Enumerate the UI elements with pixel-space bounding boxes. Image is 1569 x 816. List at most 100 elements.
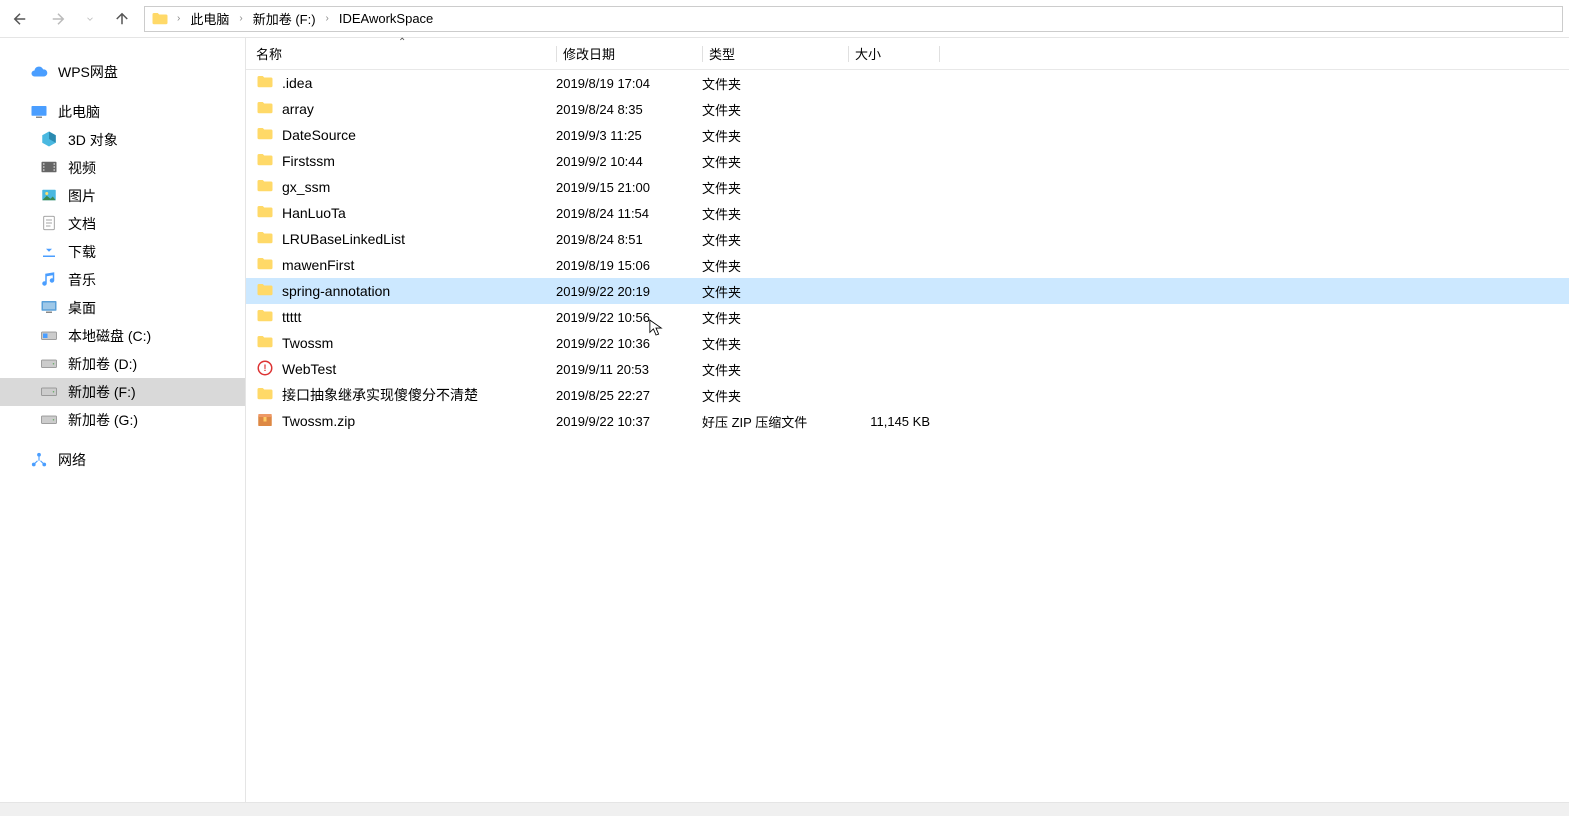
- webtest-icon: !: [256, 359, 274, 380]
- file-type: 好压 ZIP 压缩文件: [702, 412, 848, 431]
- file-row[interactable]: mawenFirst 2019/8/19 15:06 文件夹: [246, 252, 1569, 278]
- file-type: 文件夹: [702, 178, 848, 197]
- arrow-up-icon: [113, 10, 131, 28]
- desktop-icon: [40, 298, 58, 319]
- file-row[interactable]: Twossm 2019/9/22 10:36 文件夹: [246, 330, 1569, 356]
- file-date: 2019/9/22 10:56: [556, 310, 702, 325]
- sidebar-item[interactable]: 3D 对象: [0, 126, 245, 154]
- file-row[interactable]: 接口抽象继承实现傻傻分不清楚 2019/8/25 22:27 文件夹: [246, 382, 1569, 408]
- sidebar-item[interactable]: 视频: [0, 154, 245, 182]
- folder-icon: [256, 73, 274, 94]
- file-type: 文件夹: [702, 334, 848, 353]
- file-row[interactable]: Firstssm 2019/9/2 10:44 文件夹: [246, 148, 1569, 174]
- file-type: 文件夹: [702, 152, 848, 171]
- sidebar-item[interactable]: 本地磁盘 (C:): [0, 322, 245, 350]
- sidebar-label: 文档: [68, 214, 96, 234]
- folder-icon: [256, 151, 274, 172]
- sidebar-item[interactable]: 新加卷 (G:): [0, 406, 245, 434]
- sidebar-label: 新加卷 (D:): [68, 354, 137, 374]
- file-row[interactable]: LRUBaseLinkedList 2019/8/24 8:51 文件夹: [246, 226, 1569, 252]
- sidebar-item-thispc[interactable]: 此电脑: [0, 98, 245, 126]
- file-date: 2019/8/24 8:51: [556, 232, 702, 247]
- sidebar-item[interactable]: 新加卷 (D:): [0, 350, 245, 378]
- file-type: 文件夹: [702, 126, 848, 145]
- file-date: 2019/9/22 20:19: [556, 284, 702, 299]
- documents-icon: [40, 214, 58, 235]
- sidebar-label: 下载: [68, 242, 96, 262]
- sidebar-label: 音乐: [68, 270, 96, 290]
- file-name: gx_ssm: [282, 179, 330, 195]
- breadcrumb-item[interactable]: 此电脑: [186, 7, 233, 30]
- file-row[interactable]: DateSource 2019/9/3 11:25 文件夹: [246, 122, 1569, 148]
- file-type: 文件夹: [702, 100, 848, 119]
- folder-icon: [256, 281, 274, 302]
- file-date: 2019/8/24 11:54: [556, 206, 702, 221]
- recent-dropdown[interactable]: [84, 7, 96, 31]
- column-header-type[interactable]: 类型: [703, 44, 848, 63]
- sidebar-item[interactable]: 图片: [0, 182, 245, 210]
- file-name: DateSource: [282, 127, 356, 143]
- sidebar-label: WPS网盘: [58, 62, 118, 82]
- sidebar-item[interactable]: 文档: [0, 210, 245, 238]
- up-button[interactable]: [110, 7, 134, 31]
- arrow-left-icon: [11, 10, 29, 28]
- file-name: .idea: [282, 75, 312, 91]
- sidebar-item[interactable]: 新加卷 (F:): [0, 378, 245, 406]
- column-header-size[interactable]: 大小: [849, 44, 939, 63]
- file-row[interactable]: gx_ssm 2019/9/15 21:00 文件夹: [246, 174, 1569, 200]
- chevron-right-icon: ›: [237, 13, 244, 24]
- file-date: 2019/8/25 22:27: [556, 388, 702, 403]
- cloud-icon: [30, 63, 48, 81]
- file-row[interactable]: array 2019/8/24 8:35 文件夹: [246, 96, 1569, 122]
- downloads-icon: [40, 242, 58, 263]
- file-date: 2019/9/11 20:53: [556, 362, 702, 377]
- sidebar-item[interactable]: 音乐: [0, 266, 245, 294]
- sidebar-label: 网络: [58, 450, 86, 470]
- scrollbar-horizontal[interactable]: [0, 802, 1569, 816]
- file-date: 2019/9/3 11:25: [556, 128, 702, 143]
- network-icon: [30, 451, 48, 469]
- file-type: 文件夹: [702, 308, 848, 327]
- disk-win-icon: [40, 326, 58, 347]
- file-date: 2019/9/22 10:36: [556, 336, 702, 351]
- breadcrumb[interactable]: › 此电脑 › 新加卷 (F:) › IDEAworkSpace: [144, 6, 1563, 32]
- file-type: 文件夹: [702, 230, 848, 249]
- column-header-date[interactable]: 修改日期: [557, 44, 702, 63]
- file-row[interactable]: Twossm.zip 2019/9/22 10:37 好压 ZIP 压缩文件 1…: [246, 408, 1569, 434]
- file-row[interactable]: ttttt 2019/9/22 10:56 文件夹: [246, 304, 1569, 330]
- file-row[interactable]: HanLuoTa 2019/8/24 11:54 文件夹: [246, 200, 1569, 226]
- file-name: 接口抽象继承实现傻傻分不清楚: [282, 385, 478, 405]
- sidebar-item[interactable]: 桌面: [0, 294, 245, 322]
- pictures-icon: [40, 186, 58, 207]
- chevron-down-icon: [85, 14, 95, 24]
- video-icon: [40, 158, 58, 179]
- forward-button[interactable]: [46, 7, 70, 31]
- zip-icon: [256, 411, 274, 432]
- folder-icon: [256, 385, 274, 406]
- breadcrumb-item[interactable]: 新加卷 (F:): [249, 7, 320, 30]
- sidebar-label: 此电脑: [58, 102, 100, 122]
- sidebar-label: 视频: [68, 158, 96, 178]
- back-button[interactable]: [8, 7, 32, 31]
- breadcrumb-item[interactable]: IDEAworkSpace: [335, 9, 437, 28]
- sidebar-label: 图片: [68, 186, 96, 206]
- file-row[interactable]: !WebTest 2019/9/11 20:53 文件夹: [246, 356, 1569, 382]
- arrow-right-icon: [49, 10, 67, 28]
- file-name: mawenFirst: [282, 257, 354, 273]
- disk-icon: [40, 354, 58, 375]
- sidebar-item[interactable]: 下载: [0, 238, 245, 266]
- folder-icon: [256, 255, 274, 276]
- file-name: spring-annotation: [282, 283, 390, 299]
- file-type: 文件夹: [702, 74, 848, 93]
- file-size: 11,145 KB: [848, 414, 938, 429]
- folder-icon: [151, 10, 169, 28]
- file-name: array: [282, 101, 314, 117]
- folder-icon: [256, 99, 274, 120]
- sidebar-item-network[interactable]: 网络: [0, 446, 245, 474]
- file-row[interactable]: spring-annotation 2019/9/22 20:19 文件夹: [246, 278, 1569, 304]
- disk-icon: [40, 382, 58, 403]
- sidebar-item-wps[interactable]: WPS网盘: [0, 58, 245, 86]
- file-row[interactable]: .idea 2019/8/19 17:04 文件夹: [246, 70, 1569, 96]
- folder-icon: [256, 333, 274, 354]
- column-headers: ⌃ 名称 修改日期 类型 大小: [246, 38, 1569, 70]
